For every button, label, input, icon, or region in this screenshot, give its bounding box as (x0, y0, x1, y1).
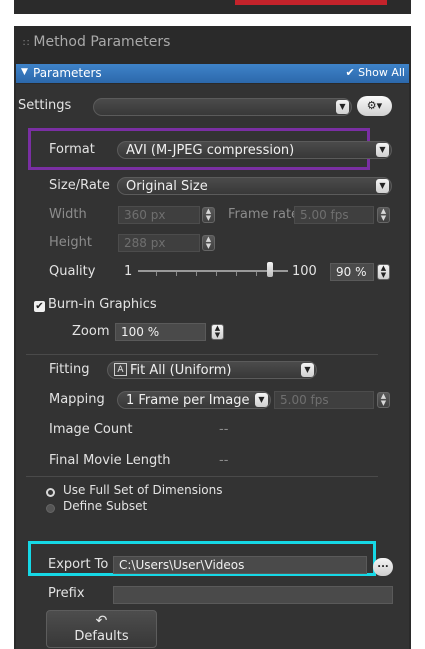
final-length-value: -- (219, 453, 229, 468)
quality-min: 1 (124, 264, 133, 279)
mapping-value: 1 Frame per Image (126, 393, 250, 408)
fit-icon: A (114, 363, 127, 376)
checkmark-icon: ✔ (35, 301, 44, 312)
panel-title-text: Method Parameters (33, 34, 171, 50)
slider-tick (236, 272, 237, 276)
height-spin-icon: ▲ ▼ (202, 235, 215, 251)
parameters-section-label: Parameters (33, 66, 102, 80)
format-label: Format (49, 142, 95, 157)
browse-button[interactable]: ... (373, 558, 393, 576)
previous-panel-edge (14, 0, 411, 14)
previous-panel-red-button[interactable] (235, 0, 387, 5)
mapping-spin-icon: ▲ ▼ (377, 392, 390, 408)
slider-tick (216, 272, 217, 276)
chevron-down-icon: ▼ (336, 100, 349, 114)
frame-rate-label: Frame rate (228, 207, 300, 222)
parameters-section-header[interactable]: ▼ Parameters ✔ Show All (16, 64, 409, 83)
size-rate-value: Original Size (126, 179, 208, 194)
format-dropdown[interactable]: AVI (M-JPEG compression) ▼ (117, 141, 392, 159)
quality-slider-thumb[interactable] (267, 262, 273, 277)
zoom-label: Zoom (72, 324, 110, 339)
chevron-down-icon: ▼ (255, 393, 268, 407)
slider-tick (156, 272, 157, 276)
zoom-spin-icon[interactable]: ▲ ▼ (211, 324, 224, 340)
width-spin-icon: ▲ ▼ (202, 207, 215, 223)
image-count-value: -- (219, 422, 229, 437)
quality-max: 100 (292, 264, 317, 279)
image-count-label: Image Count (49, 422, 133, 437)
slider-tick (176, 272, 177, 276)
use-full-label: Use Full Set of Dimensions (63, 483, 223, 497)
quality-field[interactable]: 90 % (330, 263, 374, 281)
final-length-label: Final Movie Length (49, 453, 171, 468)
chevron-down-icon: ▼ (376, 179, 389, 193)
slider-tick (196, 272, 197, 276)
fitting-label: Fitting (49, 362, 90, 377)
width-label: Width (49, 207, 87, 222)
panel-title[interactable]: ∷ Method Parameters (23, 34, 170, 54)
show-all-label: Show All (358, 66, 405, 79)
size-rate-dropdown[interactable]: Original Size ▼ (117, 177, 392, 195)
defaults-button[interactable]: ↶ Defaults (46, 610, 157, 648)
export-to-label: Export To (48, 557, 109, 572)
width-field: 360 px (118, 206, 200, 224)
export-path-field[interactable]: C:\Users\User\Videos (113, 556, 367, 574)
height-field: 288 px (118, 234, 200, 252)
slider-tick (256, 272, 257, 276)
fitting-dropdown[interactable]: A Fit All (Uniform) ▼ (107, 361, 317, 379)
size-rate-label: Size/Rate (49, 178, 110, 193)
define-subset-radio[interactable] (46, 504, 55, 513)
defaults-label: Defaults (74, 629, 129, 644)
checkmark-icon: ✔ (345, 66, 355, 79)
frame-rate-field: 5.00 fps (294, 206, 374, 224)
define-subset-label: Define Subset (63, 499, 148, 513)
quality-label: Quality (49, 264, 96, 279)
section-divider (26, 476, 378, 477)
frame-rate-spin-icon: ▲ ▼ (377, 207, 390, 223)
undo-icon: ↶ (95, 613, 108, 629)
format-value: AVI (M-JPEG compression) (126, 143, 295, 158)
burn-in-checkbox[interactable]: ✔ (34, 301, 45, 312)
chevron-down-icon: ▼ (301, 363, 314, 377)
fitting-value: Fit All (Uniform) (130, 363, 232, 378)
prefix-label: Prefix (48, 586, 85, 601)
section-divider (26, 354, 378, 355)
collapse-arrow-icon[interactable]: ▼ (21, 67, 28, 77)
show-all-toggle[interactable]: ✔ Show All (345, 66, 405, 79)
mapping-dropdown[interactable]: 1 Frame per Image ▼ (117, 391, 271, 409)
grip-icon[interactable]: ∷ (23, 38, 29, 49)
use-full-radio[interactable] (46, 488, 55, 497)
chevron-down-icon: ▼ (376, 143, 389, 157)
settings-label: Settings (18, 98, 72, 113)
quality-slider-track[interactable] (138, 270, 288, 272)
settings-dropdown[interactable]: ▼ (93, 98, 352, 116)
quality-spin-icon[interactable]: ▲ ▼ (377, 264, 390, 280)
settings-gear-button[interactable]: ⚙▾ (357, 96, 392, 116)
gear-icon: ⚙▾ (366, 99, 383, 112)
mapping-label: Mapping (49, 392, 105, 407)
height-label: Height (49, 235, 92, 250)
prefix-field[interactable] (113, 586, 393, 604)
mapping-fps-field: 5.00 fps (274, 391, 374, 409)
zoom-field[interactable]: 100 % (115, 323, 206, 341)
burn-in-label: Burn-in Graphics (48, 297, 157, 312)
